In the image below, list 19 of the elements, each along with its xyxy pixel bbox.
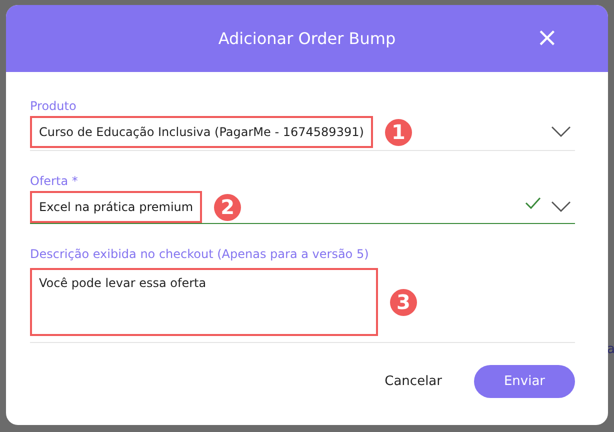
- select-field[interactable]: Curso de Educação Inclusiva (PagarMe - 1674589391) 1: [30, 116, 575, 151]
- check-icon: [525, 197, 541, 209]
- field-label: Produto: [30, 98, 78, 115]
- send-button[interactable]: Enviar: [474, 365, 575, 398]
- cancel-button[interactable]: Cancelar: [384, 372, 442, 392]
- annotation-marker: 3: [390, 288, 417, 316]
- select-value: Curso de Educação Inclusiva (PagarMe - 1674589391): [30, 116, 373, 148]
- select-value: Excel na prática premium: [30, 191, 202, 223]
- background-text: a: [607, 341, 614, 359]
- description-field[interactable]: Você pode levar essa oferta: [30, 268, 378, 336]
- dialog-title: Adicionar Order Bump: [218, 28, 396, 50]
- select-field[interactable]: Excel na prática premium 2: [30, 191, 575, 224]
- field-label: Oferta *: [30, 173, 79, 190]
- annotation-marker: 1: [384, 118, 412, 146]
- field-label: Descrição exibida no checkout (Apenas para a versão 5): [30, 246, 370, 263]
- close-button[interactable]: ×: [536, 25, 558, 51]
- chevron-down-icon[interactable]: [551, 201, 571, 213]
- chevron-down-icon[interactable]: [551, 126, 571, 138]
- annotation-marker: 2: [214, 194, 242, 220]
